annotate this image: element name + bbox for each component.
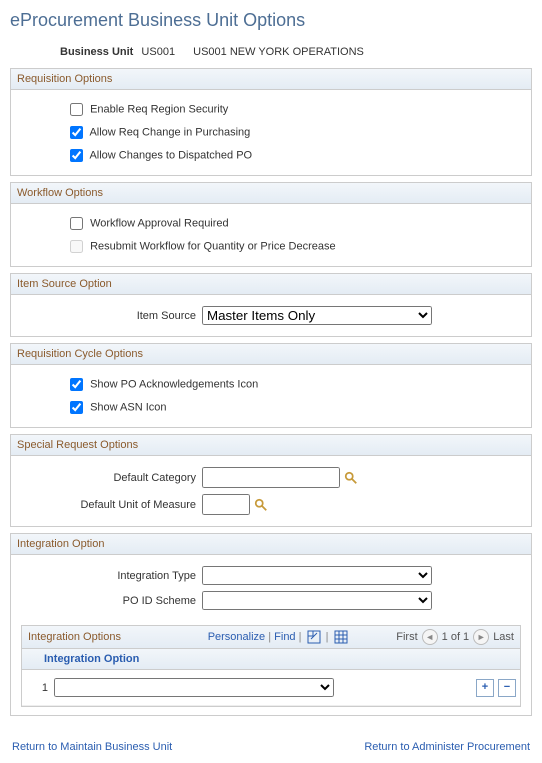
link-find[interactable]: Find: [274, 631, 295, 643]
section-cycle-options: Requisition Cycle Options Show PO Acknow…: [10, 343, 532, 428]
section-header-integration: Integration Option: [11, 534, 531, 555]
checkbox-allow-dispatched-po[interactable]: [70, 149, 83, 162]
label-default-uom: Default Unit of Measure: [21, 499, 202, 511]
footer-links: Return to Maintain Business Unit Return …: [10, 741, 532, 753]
nav-counter: 1 of 1: [442, 631, 470, 643]
grid-title: Integration Options: [28, 631, 161, 643]
label-allow-req-change: Allow Req Change in Purchasing: [89, 126, 250, 138]
nav-last[interactable]: Last: [493, 631, 514, 643]
section-integration: Integration Option Integration Type PO I…: [10, 533, 532, 716]
add-row-button[interactable]: +: [476, 679, 494, 697]
label-allow-dispatched-po: Allow Changes to Dispatched PO: [89, 149, 252, 161]
table-row: 1 + −: [22, 670, 520, 706]
link-return-administer-procurement[interactable]: Return to Administer Procurement: [364, 741, 530, 753]
label-integration-type: Integration Type: [21, 570, 202, 582]
label-item-source: Item Source: [21, 310, 202, 322]
label-resubmit-workflow: Resubmit Workflow for Quantity or Price …: [90, 240, 336, 252]
label-show-po-ack: Show PO Acknowledgements Icon: [90, 378, 258, 390]
label-show-asn: Show ASN Icon: [90, 401, 166, 413]
checkbox-enable-region-security[interactable]: [70, 103, 83, 116]
link-return-maintain-bu[interactable]: Return to Maintain Business Unit: [12, 741, 172, 753]
label-workflow-approval: Workflow Approval Required: [90, 217, 229, 229]
section-requisition-options: Requisition Options Enable Req Region Se…: [10, 68, 532, 176]
checkbox-show-asn[interactable]: [70, 401, 83, 414]
business-unit-row: Business Unit US001 US001 NEW YORK OPERA…: [10, 46, 532, 58]
select-integration-type[interactable]: [202, 566, 432, 585]
lookup-icon-category[interactable]: [344, 471, 358, 485]
grid-column-header[interactable]: Integration Option: [22, 649, 520, 670]
section-special-request: Special Request Options Default Category…: [10, 434, 532, 527]
checkbox-resubmit-workflow: [70, 240, 83, 253]
checkbox-allow-req-change[interactable]: [70, 126, 83, 139]
label-default-category: Default Category: [21, 472, 202, 484]
label-enable-region-security: Enable Req Region Security: [90, 103, 228, 115]
section-header-item-source: Item Source Option: [11, 274, 531, 295]
section-header-workflow: Workflow Options: [11, 183, 531, 204]
lookup-icon-uom[interactable]: [254, 498, 268, 512]
input-default-uom[interactable]: [202, 494, 250, 515]
row-number: 1: [26, 682, 54, 694]
business-unit-code: US001: [141, 46, 175, 58]
section-header-special: Special Request Options: [11, 435, 531, 456]
zoom-icon[interactable]: [307, 630, 321, 644]
label-po-id-scheme: PO ID Scheme: [21, 595, 202, 607]
checkbox-show-po-ack[interactable]: [70, 378, 83, 391]
link-personalize[interactable]: Personalize: [208, 631, 265, 643]
checkbox-workflow-approval[interactable]: [70, 217, 83, 230]
nav-first[interactable]: First: [396, 631, 417, 643]
grid-view-icon[interactable]: [334, 630, 348, 644]
select-item-source[interactable]: Master Items Only: [202, 306, 432, 325]
select-po-id-scheme[interactable]: [202, 591, 432, 610]
section-item-source: Item Source Option Item Source Master It…: [10, 273, 532, 337]
input-default-category[interactable]: [202, 467, 340, 488]
page-title: eProcurement Business Unit Options: [10, 10, 532, 31]
grid-integration-options: Integration Options Personalize | Find |…: [21, 625, 521, 707]
nav-prev-icon[interactable]: ◄: [422, 629, 438, 645]
delete-row-button[interactable]: −: [498, 679, 516, 697]
business-unit-label: Business Unit: [60, 46, 133, 58]
business-unit-desc: US001 NEW YORK OPERATIONS: [193, 46, 364, 58]
section-header-cycle: Requisition Cycle Options: [11, 344, 531, 365]
select-integration-option-row[interactable]: [54, 678, 334, 697]
section-header-requisition: Requisition Options: [11, 69, 531, 90]
section-workflow-options: Workflow Options Workflow Approval Requi…: [10, 182, 532, 267]
nav-next-icon[interactable]: ►: [473, 629, 489, 645]
